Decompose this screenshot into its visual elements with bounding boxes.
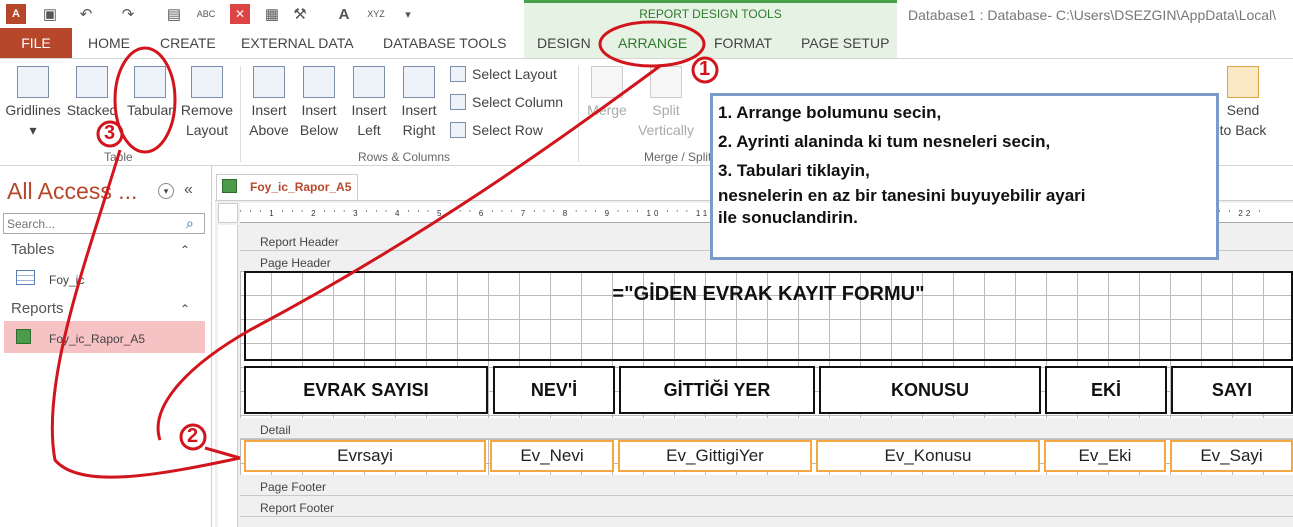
arrow-line-3: [204, 446, 241, 460]
arrow-line-1: [156, 64, 661, 441]
marker-3: 3: [104, 122, 116, 144]
tabular-highlight-ellipse: [113, 46, 177, 154]
arrange-highlight-ellipse: [598, 20, 706, 68]
marker-2: 2: [187, 425, 199, 447]
arrow-line-2: [50, 149, 241, 479]
marker-1: 1: [699, 58, 711, 80]
